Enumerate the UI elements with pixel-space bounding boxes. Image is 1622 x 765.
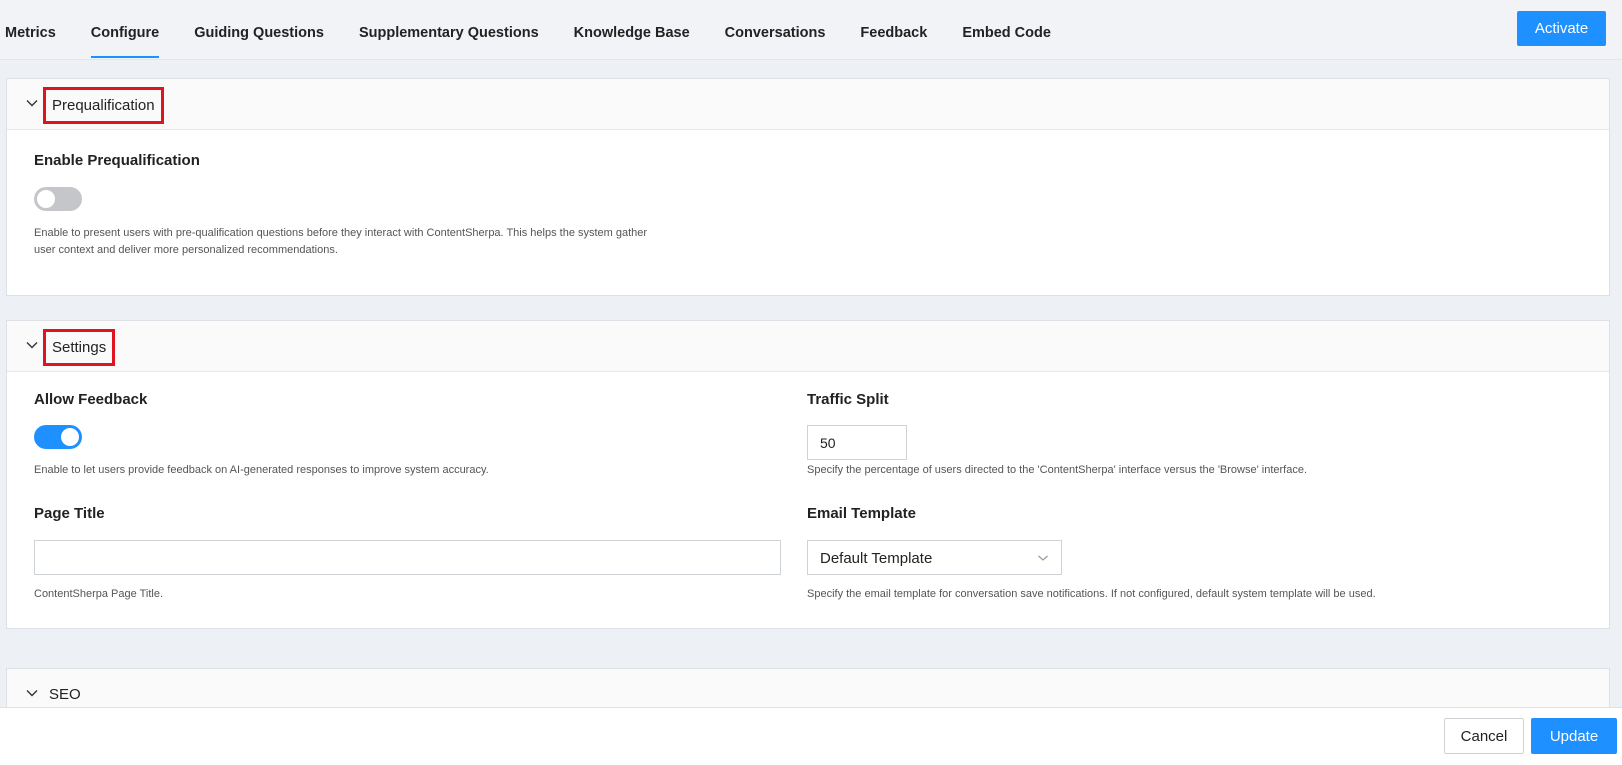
prequalification-help-line2: user context and deliver more personaliz… xyxy=(34,244,338,256)
email-template-value: Default Template xyxy=(820,550,933,567)
allow-feedback-toggle[interactable] xyxy=(34,425,82,449)
page-title-help: ContentSherpa Page Title. xyxy=(34,588,164,600)
allow-feedback-help: Enable to let users provide feedback on … xyxy=(34,464,489,476)
email-template-help: Specify the email template for conversat… xyxy=(807,588,1376,600)
traffic-split-help: Specify the percentage of users directed… xyxy=(807,464,1308,476)
tab-configure[interactable]: Configure xyxy=(90,0,160,60)
traffic-split-input[interactable] xyxy=(807,425,907,460)
activate-button[interactable]: Activate xyxy=(1517,11,1606,46)
settings-panel-header[interactable]: Settings xyxy=(7,321,1609,372)
tab-guiding-questions[interactable]: Guiding Questions xyxy=(194,0,324,60)
tab-metrics[interactable]: Metrics xyxy=(5,0,56,60)
prequalification-panel: Prequalification Enable Prequalification… xyxy=(6,78,1610,296)
prequalification-help: Enable to present users with pre-qualifi… xyxy=(34,225,734,259)
page-title-label: Page Title xyxy=(34,505,105,522)
traffic-split-label: Traffic Split xyxy=(807,391,889,408)
toggle-knob xyxy=(61,428,79,446)
chevron-down-icon xyxy=(25,338,39,352)
email-template-select[interactable]: Default Template xyxy=(807,540,1062,575)
chevron-down-icon xyxy=(1037,551,1049,563)
prequalification-panel-header[interactable]: Prequalification xyxy=(7,79,1609,130)
enable-prequalification-toggle[interactable] xyxy=(34,187,82,211)
tab-embed-code[interactable]: Embed Code xyxy=(962,0,1051,60)
prequalification-help-line1: Enable to present users with pre-qualifi… xyxy=(34,227,648,239)
chevron-down-icon xyxy=(25,96,39,110)
tab-knowledge-base[interactable]: Knowledge Base xyxy=(574,0,690,60)
tab-supplementary-questions[interactable]: Supplementary Questions xyxy=(359,0,539,60)
tab-conversations[interactable]: Conversations xyxy=(725,0,826,60)
toggle-knob xyxy=(37,190,55,208)
email-template-label: Email Template xyxy=(807,505,916,522)
prequalification-title: Prequalification xyxy=(43,87,164,124)
top-nav: Metrics Configure Guiding Questions Supp… xyxy=(0,0,1622,60)
bottom-action-bar: Cancel Update xyxy=(0,707,1622,765)
allow-feedback-label: Allow Feedback xyxy=(34,391,148,408)
tab-feedback[interactable]: Feedback xyxy=(860,0,927,60)
settings-title: Settings xyxy=(43,329,116,366)
cancel-button[interactable]: Cancel xyxy=(1444,718,1524,754)
settings-panel: Settings Allow Feedback Enable to let us… xyxy=(6,320,1610,629)
page-title-input[interactable] xyxy=(34,540,781,575)
tab-bar: Metrics Configure Guiding Questions Supp… xyxy=(0,0,1086,60)
enable-prequalification-label: Enable Prequalification xyxy=(34,152,200,169)
chevron-down-icon xyxy=(25,686,39,700)
update-button[interactable]: Update xyxy=(1531,718,1617,754)
